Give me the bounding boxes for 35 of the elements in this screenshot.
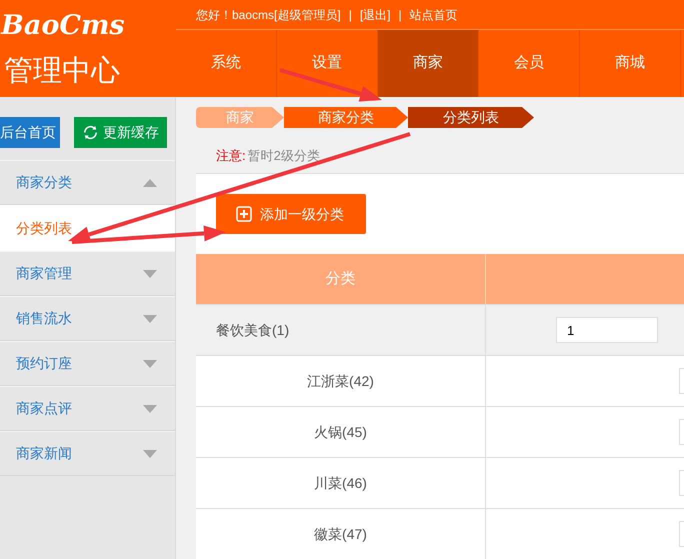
admin-home-button[interactable]: 后台首页 <box>0 117 60 148</box>
caret-down-icon <box>143 404 157 412</box>
caret-down-icon <box>143 270 157 278</box>
plus-icon <box>236 206 252 222</box>
category-name: 徽菜(47) <box>314 524 367 544</box>
refresh-icon <box>82 124 99 141</box>
sidebar-item[interactable]: 预约订座 <box>0 341 175 386</box>
separator: | <box>348 6 352 24</box>
add-category-button[interactable]: 添加一级分类 <box>216 194 366 234</box>
note-text: 暂时2级分类 <box>248 146 320 165</box>
breadcrumb-item[interactable]: 商家分类 <box>284 107 408 128</box>
sidebar-item[interactable]: 商家点评 <box>0 386 175 431</box>
nav-tab[interactable]: 商家 <box>378 30 479 97</box>
sidebar-item[interactable]: 销售流水 <box>0 296 175 341</box>
order-input[interactable]: 1 <box>556 317 658 343</box>
category-name: 餐饮美食(1) <box>216 320 290 340</box>
caret-up-icon <box>143 178 157 186</box>
caret-down-icon <box>143 314 157 322</box>
brand-logo: BaoCms <box>1 12 126 39</box>
breadcrumb-item[interactable]: 商家 <box>196 107 284 128</box>
breadcrumb-item[interactable]: 分类列表 <box>408 107 534 128</box>
refresh-cache-button[interactable]: 更新缓存 <box>74 117 167 148</box>
category-name: 江浙菜(42) <box>307 372 374 391</box>
caret-down-icon <box>143 450 157 458</box>
sidebar-item[interactable]: 商家新闻 <box>0 431 175 476</box>
caret-down-icon <box>143 360 157 368</box>
note-label: 注意: <box>216 146 246 165</box>
top-link[interactable]: [退出] <box>360 6 390 24</box>
top-link[interactable]: 站点首页 <box>410 6 458 24</box>
admin-center-title: 管理中心 <box>4 57 121 86</box>
sidebar-item[interactable]: 商家管理 <box>0 251 175 296</box>
category-name: 川菜(46) <box>314 474 367 493</box>
category-name: 火锅(45) <box>314 422 367 442</box>
greeting-text: 您好！baocms[超级管理员] <box>196 6 341 24</box>
separator: | <box>398 6 402 24</box>
